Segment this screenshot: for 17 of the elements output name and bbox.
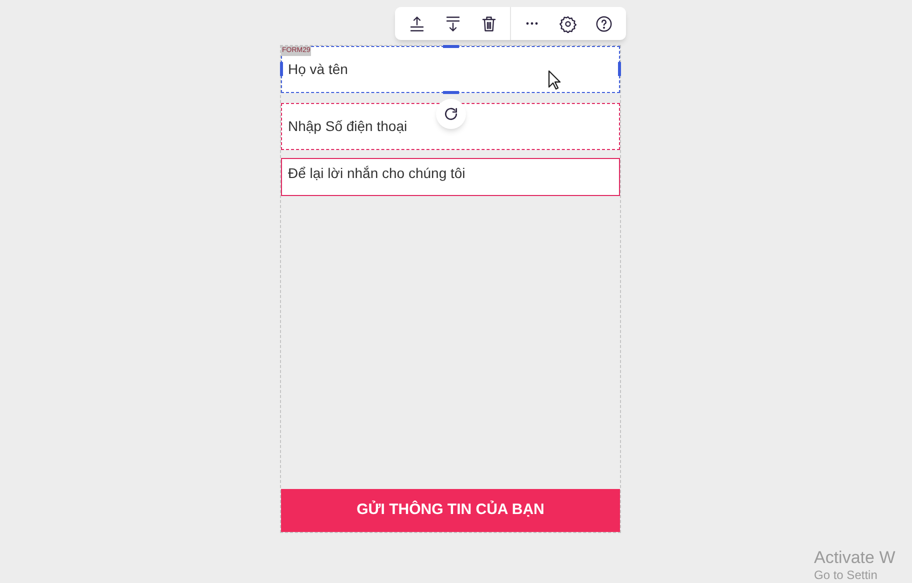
resize-handle[interactable] [443,45,459,48]
message-field[interactable]: Để lại lời nhắn cho chúng tôi [281,158,620,196]
activation-subtitle: Go to Settin [814,568,878,582]
resize-handle[interactable] [618,62,621,76]
help-icon [595,14,613,32]
move-down-icon [444,14,462,32]
more-icon [526,22,538,25]
resize-handle[interactable] [443,91,459,94]
cursor-icon [548,70,561,90]
settings-icon [559,14,577,32]
activation-title: Activate W [814,548,896,568]
trash-icon [480,14,498,32]
submit-button[interactable]: GỬI THÔNG TIN CỦA BẠN [281,489,620,532]
text-field[interactable]: Nhập Số điện thoại [281,103,620,150]
rotate-icon [443,106,459,122]
resize-handle[interactable] [280,62,283,76]
move-up-icon [408,14,426,32]
